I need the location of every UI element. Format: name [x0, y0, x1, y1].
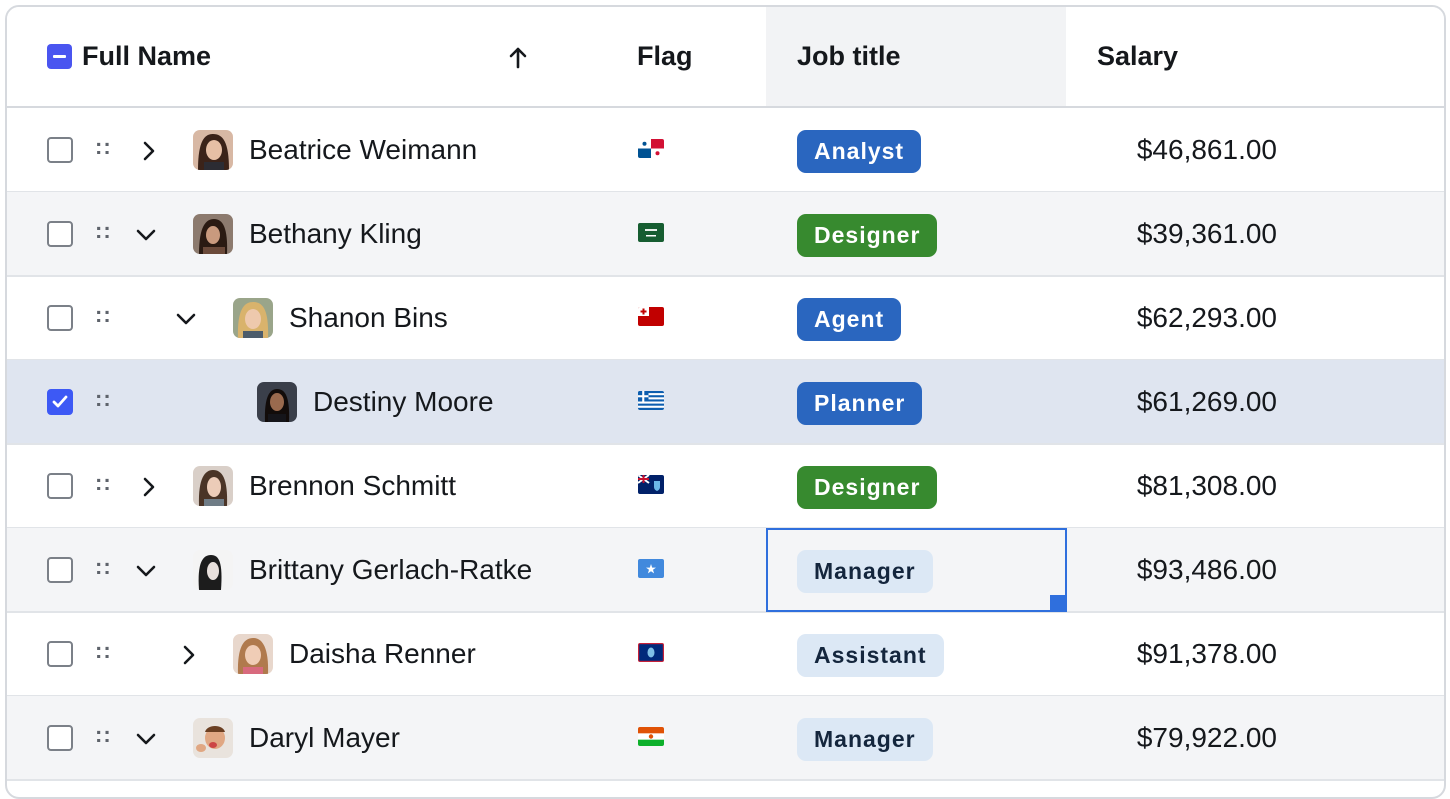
- flag-guam-icon: [638, 643, 664, 662]
- avatar: [257, 382, 297, 422]
- arrow-up-icon[interactable]: [507, 45, 529, 71]
- row-name: Destiny Moore: [313, 385, 494, 417]
- table-row[interactable]: :: Shanon Bins Agent $62,293.00: [7, 276, 1444, 361]
- row-name: Daryl Mayer: [249, 721, 400, 753]
- chevron-down-icon[interactable]: [135, 560, 157, 582]
- drag-handle-icon[interactable]: ::: [95, 386, 112, 412]
- drag-handle-icon[interactable]: ::: [95, 470, 112, 496]
- avatar: [233, 298, 273, 338]
- drag-handle-icon[interactable]: ::: [95, 218, 112, 244]
- avatar: [233, 634, 273, 674]
- flag-niger-icon: [638, 727, 664, 746]
- salary-value: $79,922.00: [1136, 721, 1277, 753]
- job-title-badge[interactable]: Manager: [797, 550, 933, 593]
- salary-value: $62,293.00: [1136, 301, 1277, 333]
- avatar: [193, 130, 233, 170]
- drag-handle-icon[interactable]: ::: [95, 722, 112, 748]
- data-grid: Full Name Flag Job title Salary :: Beatr…: [5, 5, 1446, 799]
- table-row[interactable]: :: Brennon Schmitt Designer $81,308.00: [7, 444, 1444, 529]
- row-name: Daisha Renner: [289, 637, 476, 669]
- avatar: [193, 718, 233, 758]
- chevron-right-icon[interactable]: [138, 140, 160, 162]
- row-name: Brittany Gerlach-Ratke: [249, 553, 533, 585]
- job-title-badge[interactable]: Manager: [797, 718, 933, 761]
- flag-saint-helena-icon: [638, 475, 664, 494]
- row-checkbox[interactable]: [47, 221, 73, 247]
- drag-handle-icon[interactable]: ::: [95, 554, 112, 580]
- job-title-badge[interactable]: Analyst: [797, 130, 922, 173]
- row-checkbox[interactable]: [47, 389, 73, 415]
- select-all-checkbox[interactable]: [47, 44, 72, 69]
- column-header-label: Job title: [797, 41, 901, 71]
- avatar: [193, 550, 233, 590]
- chevron-down-icon[interactable]: [135, 728, 157, 750]
- column-header-job-title[interactable]: Job title: [766, 7, 1066, 106]
- column-header-flag[interactable]: Flag: [637, 7, 766, 106]
- column-header-full-name[interactable]: Full Name: [82, 7, 542, 106]
- table-row[interactable]: :: Beatrice Weimann Analyst $46,861.00: [7, 108, 1444, 193]
- table-row[interactable]: :: Daisha Renner Assistant $91,378.00: [7, 612, 1444, 697]
- row-checkbox[interactable]: [47, 473, 73, 499]
- salary-value: $39,361.00: [1136, 217, 1277, 249]
- chevron-down-icon[interactable]: [175, 308, 197, 330]
- drag-handle-icon[interactable]: ::: [95, 302, 112, 328]
- job-title-badge[interactable]: Assistant: [797, 634, 944, 677]
- chevron-down-icon[interactable]: [135, 224, 157, 246]
- flag-saudi-arabia-icon: [638, 223, 664, 242]
- job-title-badge[interactable]: Planner: [797, 382, 923, 425]
- row-name: Beatrice Weimann: [249, 133, 478, 165]
- salary-value: $91,378.00: [1136, 637, 1277, 669]
- row-checkbox[interactable]: [47, 137, 73, 163]
- row-checkbox[interactable]: [47, 641, 73, 667]
- flag-somalia-icon: [638, 559, 664, 578]
- flag-tonga-icon: [638, 307, 664, 326]
- job-title-badge[interactable]: Agent: [797, 298, 902, 341]
- table-row[interactable]: :: Daryl Mayer Manager $79,922.00: [7, 696, 1444, 781]
- avatar: [193, 214, 233, 254]
- column-header-label: Salary: [1097, 41, 1179, 71]
- row-checkbox[interactable]: [47, 305, 73, 331]
- flag-greece-icon: [638, 391, 664, 410]
- salary-value: $93,486.00: [1136, 553, 1277, 585]
- drag-handle-icon[interactable]: ::: [95, 638, 112, 664]
- row-checkbox[interactable]: [47, 725, 73, 751]
- grid-header: Full Name Flag Job title Salary: [7, 7, 1444, 108]
- checkmark-icon: [52, 395, 68, 408]
- job-title-badge[interactable]: Designer: [797, 214, 938, 257]
- row-name: Bethany Kling: [249, 217, 422, 249]
- avatar: [193, 466, 233, 506]
- fill-handle[interactable]: [1050, 595, 1066, 611]
- drag-handle-icon[interactable]: ::: [95, 134, 112, 160]
- row-name: Brennon Schmitt: [249, 469, 456, 501]
- row-checkbox[interactable]: [47, 557, 73, 583]
- salary-value: $61,269.00: [1136, 385, 1277, 417]
- job-title-badge[interactable]: Designer: [797, 466, 938, 509]
- table-row[interactable]: :: Destiny Moore Planner $61,269.00: [7, 360, 1444, 445]
- salary-value: $81,308.00: [1136, 469, 1277, 501]
- table-row[interactable]: :: Brittany Gerlach-Ratke Manager $93,48…: [7, 528, 1444, 613]
- flag-panama-icon: [638, 139, 664, 158]
- table-row[interactable]: :: Bethany Kling Designer $39,361.00: [7, 192, 1444, 277]
- row-name: Shanon Bins: [289, 301, 448, 333]
- column-header-salary[interactable]: Salary: [1097, 7, 1397, 106]
- column-header-label: Flag: [637, 41, 693, 71]
- chevron-right-icon[interactable]: [178, 644, 200, 666]
- column-header-label: Full Name: [82, 41, 212, 71]
- chevron-right-icon[interactable]: [138, 476, 160, 498]
- salary-value: $46,861.00: [1136, 133, 1277, 165]
